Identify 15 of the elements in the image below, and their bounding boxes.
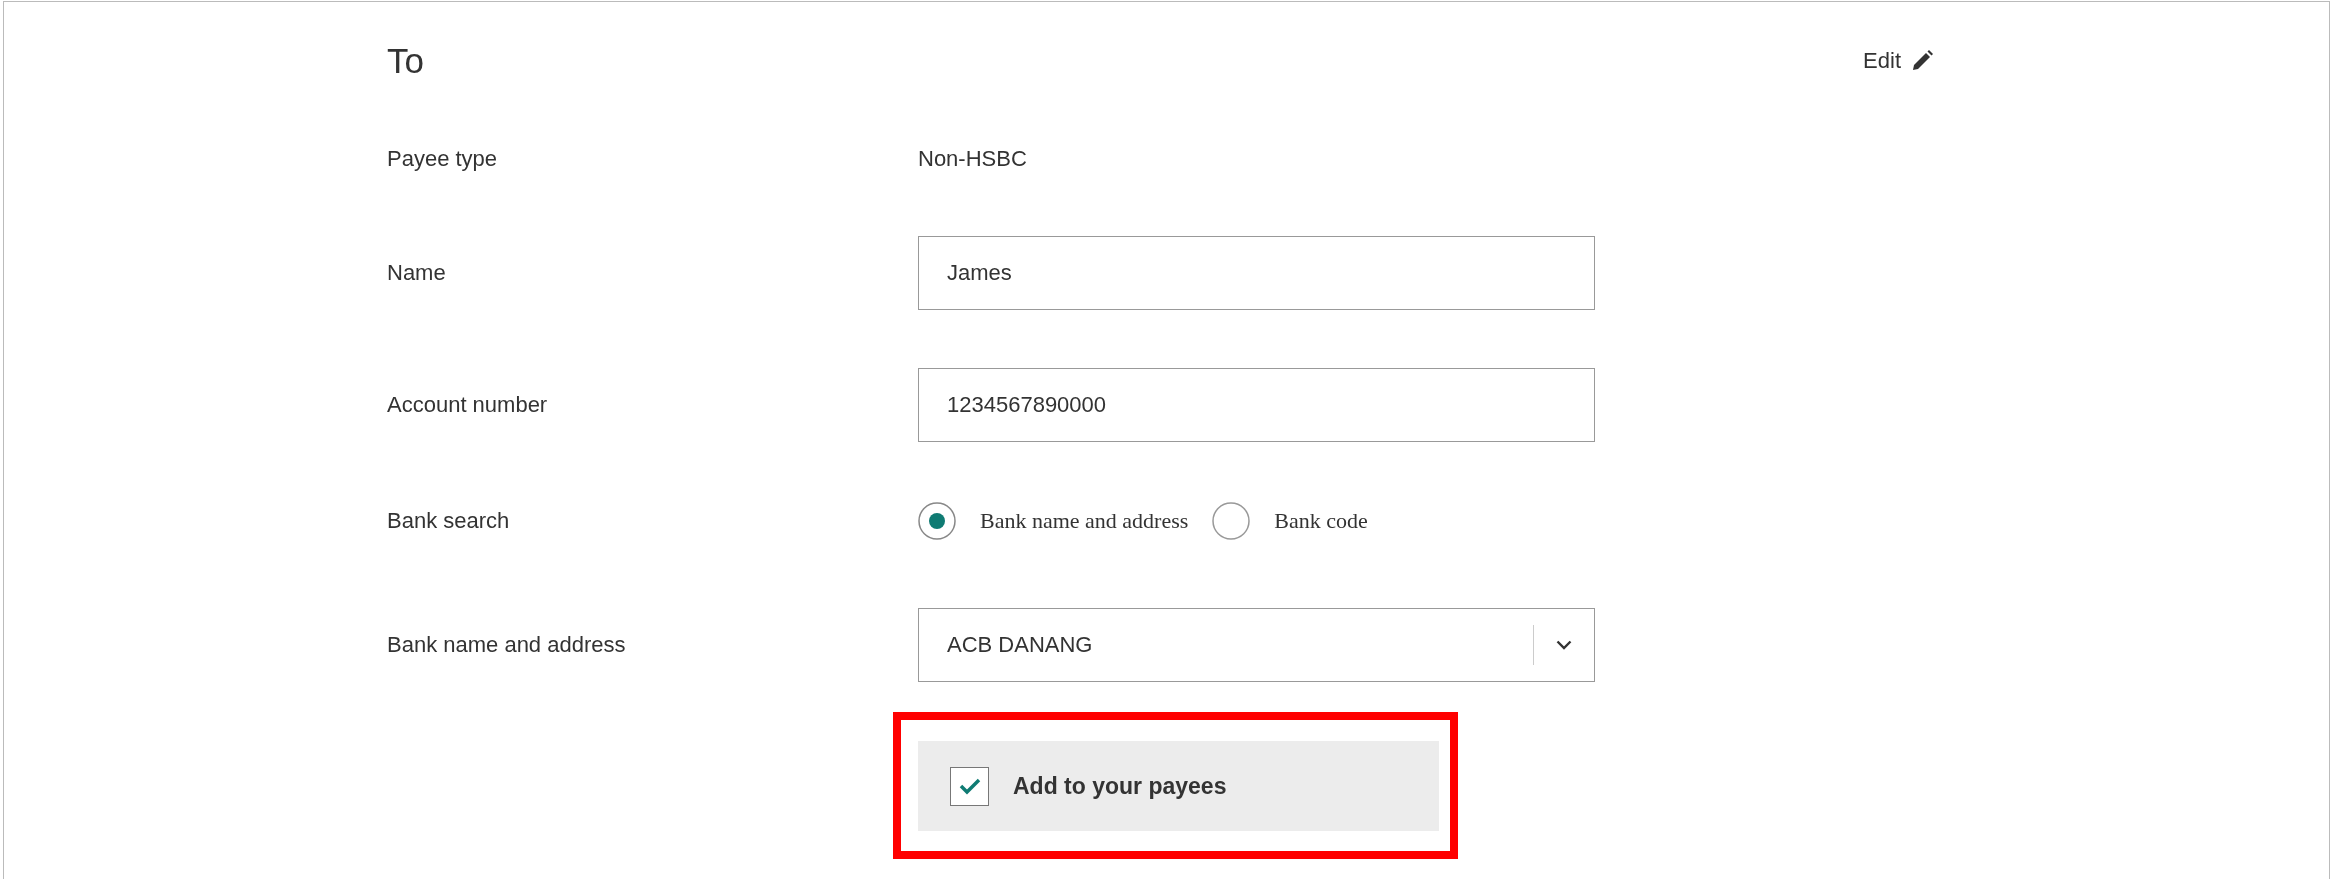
add-payee-checkbox-row[interactable]: Add to your payees [918,741,1439,831]
checkbox-label: Add to your payees [1013,772,1227,800]
field-label: Account number [387,392,549,418]
radio-label[interactable]: Bank name and address [980,508,1189,534]
edit-link[interactable]: Edit [1863,48,1933,74]
bank-dropdown[interactable]: ACB DANANG [918,608,1595,682]
input-field[interactable]: James [918,236,1595,310]
radio-label[interactable]: Bank code [1274,508,1368,534]
section-title: To [387,41,424,81]
field-label: Payee type [387,146,499,172]
input-field[interactable]: 1234567890000 [918,368,1595,442]
field-label: Name [387,260,447,286]
field-value: Non-HSBC [918,146,1027,172]
field-label: Bank name and address [387,632,627,658]
field-label: Bank search [387,508,511,534]
